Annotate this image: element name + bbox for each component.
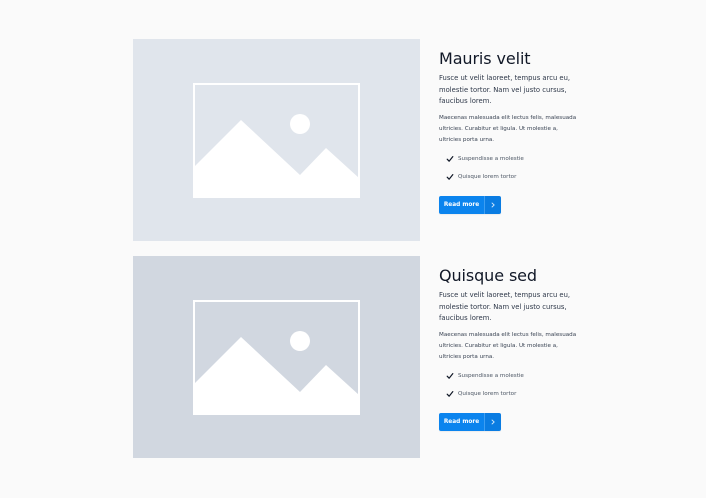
arrow-right-icon — [491, 202, 495, 208]
read-more-button-group: Read more — [439, 196, 501, 214]
card-body-text: Maecenas malesuada elit lectus felis, ma… — [439, 332, 577, 360]
checklist-item: Suspendisse a molestie — [446, 153, 524, 165]
card-body-text: Maecenas malesuada elit lectus felis, ma… — [439, 115, 577, 143]
read-more-button-group: Read more — [439, 413, 501, 431]
image-placeholder-icon — [133, 256, 420, 458]
checklist-item-label: Suspendisse a molestie — [458, 156, 524, 162]
read-more-button[interactable]: Read more — [439, 413, 484, 431]
check-icon — [446, 156, 454, 162]
card-title: Mauris velit — [439, 49, 531, 68]
card-title: Quisque sed — [439, 266, 537, 285]
check-icon — [446, 174, 454, 180]
check-icon — [446, 373, 454, 379]
card-image — [133, 39, 420, 241]
checklist-item: Suspendisse a molestie — [446, 370, 524, 382]
card-lead-text: Fusce ut velit laoreet, tempus arcu eu, … — [439, 291, 571, 322]
checklist-item-label: Quisque lorem tortor — [458, 174, 517, 180]
check-icon — [446, 391, 454, 397]
read-more-button[interactable]: Read more — [439, 196, 484, 214]
arrow-right-icon — [491, 419, 495, 425]
read-more-arrow-button[interactable] — [484, 413, 501, 431]
read-more-arrow-button[interactable] — [484, 196, 501, 214]
card-lead-text: Fusce ut velit laoreet, tempus arcu eu, … — [439, 74, 571, 105]
checklist-item: Quisque lorem tortor — [446, 388, 516, 400]
image-placeholder-icon — [133, 39, 420, 241]
checklist-item: Quisque lorem tortor — [446, 171, 516, 183]
card-image — [133, 256, 420, 458]
checklist-item-label: Quisque lorem tortor — [458, 391, 517, 397]
checklist-item-label: Suspendisse a molestie — [458, 373, 524, 379]
